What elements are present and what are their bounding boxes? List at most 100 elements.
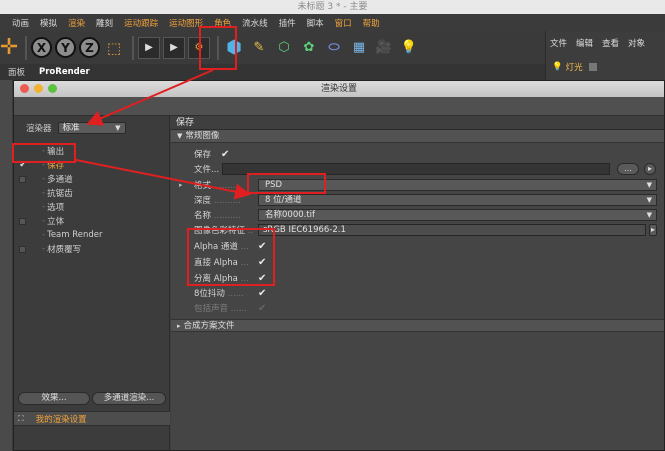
chevron-down-icon: ▼ — [646, 181, 652, 189]
dialog-titlebar[interactable]: 渲染设置 — [14, 81, 664, 97]
tree-item-spacer — [18, 188, 28, 198]
prorender-label[interactable]: ProRender — [39, 67, 90, 77]
highlight-save-item — [12, 143, 76, 163]
chevron-down-icon: ▼ — [115, 124, 121, 132]
tree-item[interactable]: - Team Render — [14, 228, 169, 242]
menu-item[interactable]: 模拟 — [40, 17, 57, 29]
render-view-icon[interactable]: ▶ — [138, 36, 160, 59]
tree-item-label: 选项 — [47, 203, 65, 213]
menu-item[interactable]: 雕刻 — [96, 17, 113, 29]
tree-item-checkbox[interactable] — [19, 175, 26, 183]
tree-item-spacer — [18, 202, 28, 212]
om-menu-file[interactable]: 文件 — [550, 37, 567, 49]
main-toolbar: ✛ X Y Z ⬚ ▶ ▶ ⚙ ⬢ ✎ ⬡ ✿ ⬭ ▦ 🎥 💡 — [0, 31, 545, 64]
tree-item-spacer — [18, 230, 28, 240]
om-menu-object[interactable]: 对象 — [628, 37, 645, 49]
menu-item[interactable]: 运动图形 — [169, 17, 203, 29]
format-label: 格式 ........ — [194, 181, 236, 191]
multipass-render-button[interactable]: 多通道渲染... — [92, 392, 166, 405]
tree-item[interactable]: - 抗锯齿 — [14, 186, 169, 200]
tree-connector: - — [42, 244, 46, 254]
my-render-settings-item[interactable]: ⛶ 我的渲染设置 — [14, 411, 170, 426]
tree-item-label: 立体 — [47, 217, 65, 227]
light-object-icon: 💡 — [552, 62, 563, 72]
tree-item-label: 多通道 — [47, 175, 73, 185]
menu-item[interactable]: 动画 — [12, 17, 29, 29]
color-profile-button[interactable]: ▸ — [649, 224, 657, 236]
menu-item[interactable]: 渲染 — [68, 17, 85, 29]
cloner-icon[interactable]: ✿ — [298, 37, 320, 59]
menu-item[interactable]: 运动跟踪 — [124, 17, 158, 29]
tree-connector: - — [42, 174, 46, 184]
tree-item-checkbox[interactable] — [19, 245, 26, 253]
effects-button[interactable]: 效果... — [18, 392, 90, 405]
menu-item[interactable]: 插件 — [279, 17, 296, 29]
chevron-right-icon: ▸ — [177, 322, 181, 330]
menu-item[interactable]: 窗口 — [335, 17, 352, 29]
dialog-toolbar — [14, 97, 664, 116]
main-menubar: 动画 模拟 渲染 雕刻 运动跟踪 运动图形 角色 流水线 插件 脚本 窗口 帮助 — [0, 14, 665, 31]
depth-label: 深度 .......... — [194, 196, 241, 206]
tree-item-label: 材质覆写 — [47, 245, 82, 255]
floor-icon[interactable]: ▦ — [348, 37, 370, 59]
menu-item[interactable]: 脚本 — [307, 17, 324, 29]
renderer-select[interactable]: 标准 ▼ — [57, 122, 126, 134]
group-compositing-file[interactable]: ▸ 合成方案文件 — [171, 319, 664, 332]
menu-item[interactable]: 帮助 — [363, 17, 380, 29]
file-label: 文件... — [194, 165, 220, 175]
zoom-button[interactable] — [48, 84, 57, 93]
depth-select[interactable]: 8 位/通道 ▼ — [258, 194, 657, 206]
x-axis-lock-button[interactable]: X — [31, 37, 52, 58]
z-axis-lock-button[interactable]: Z — [79, 37, 100, 58]
color-profile-value: sRGB IEC61966-2.1 — [263, 225, 346, 235]
file-browse-button[interactable]: ... — [617, 163, 639, 175]
tree-item-label: 抗锯齿 — [47, 189, 73, 199]
name-select[interactable]: 名称0000.tif ▼ — [258, 209, 657, 221]
highlight-alpha-options — [187, 228, 275, 286]
section-title: 保存 — [171, 116, 664, 130]
tree-item-label: Team Render — [47, 230, 103, 240]
panel-label[interactable]: 面板 — [8, 66, 25, 78]
tree-item[interactable]: - 多通道 — [14, 172, 169, 186]
viewport-strip[interactable] — [0, 80, 12, 451]
object-name: 灯光 — [565, 63, 583, 73]
render-picture-viewer-icon[interactable]: ▶ — [163, 36, 185, 59]
dither-checkbox[interactable]: ✔ — [258, 288, 266, 299]
om-menu-view[interactable]: 查看 — [602, 37, 619, 49]
subdivision-icon[interactable]: ⬡ — [273, 37, 295, 59]
tree-item[interactable]: - 选项 — [14, 200, 169, 214]
group-regular-image[interactable]: ▼ 常规图像 — [171, 130, 664, 143]
camera-icon[interactable]: 🎥 — [373, 37, 395, 59]
minimize-button[interactable] — [34, 84, 43, 93]
group-label: 合成方案文件 — [183, 321, 235, 331]
tree-connector: - — [42, 202, 46, 212]
tree-item[interactable]: - 立体 — [14, 214, 169, 228]
move-tool-icon[interactable]: ✛ — [0, 35, 18, 60]
color-profile-field[interactable]: sRGB IEC61966-2.1 — [258, 224, 646, 236]
light-icon[interactable]: 💡 — [398, 37, 420, 59]
chevron-down-icon: ▼ — [177, 132, 183, 140]
save-checkbox[interactable]: ✔ — [221, 149, 229, 160]
tree-connector: - — [42, 216, 46, 226]
visibility-icon[interactable] — [588, 63, 597, 71]
tree-connector: - — [42, 230, 46, 240]
y-axis-lock-button[interactable]: Y — [55, 37, 76, 58]
highlight-format — [247, 173, 326, 194]
settings-tree-pane: 渲染器 标准 ▼ - 输出 ✔ - 保存 - 多通道 - 抗锯齿 - 选项 - 立体 - Team Rend… — [14, 116, 170, 450]
file-options-button[interactable]: ▸ — [644, 163, 656, 175]
tree-item-checkbox[interactable] — [19, 217, 26, 225]
tree-item[interactable]: - 材质覆写 — [14, 242, 169, 256]
deformer-icon[interactable]: ⬭ — [323, 37, 345, 59]
include-sound-checkbox[interactable]: ✔ — [258, 303, 266, 314]
close-button[interactable] — [20, 84, 29, 93]
expand-icon[interactable]: ▸ — [179, 181, 183, 189]
menu-item[interactable]: 流水线 — [242, 17, 268, 29]
object-row-light[interactable]: 💡 灯光 — [546, 57, 665, 77]
dither-label: 8位抖动 ...... — [194, 289, 244, 299]
pen-icon[interactable]: ✎ — [248, 37, 270, 59]
highlight-render-settings — [199, 26, 237, 70]
om-menu-edit[interactable]: 编辑 — [576, 37, 593, 49]
coordinate-system-icon[interactable]: ⬚ — [103, 37, 125, 59]
dialog-title: 渲染设置 — [320, 84, 357, 94]
my-render-settings-label: 我的渲染设置 — [35, 414, 87, 425]
